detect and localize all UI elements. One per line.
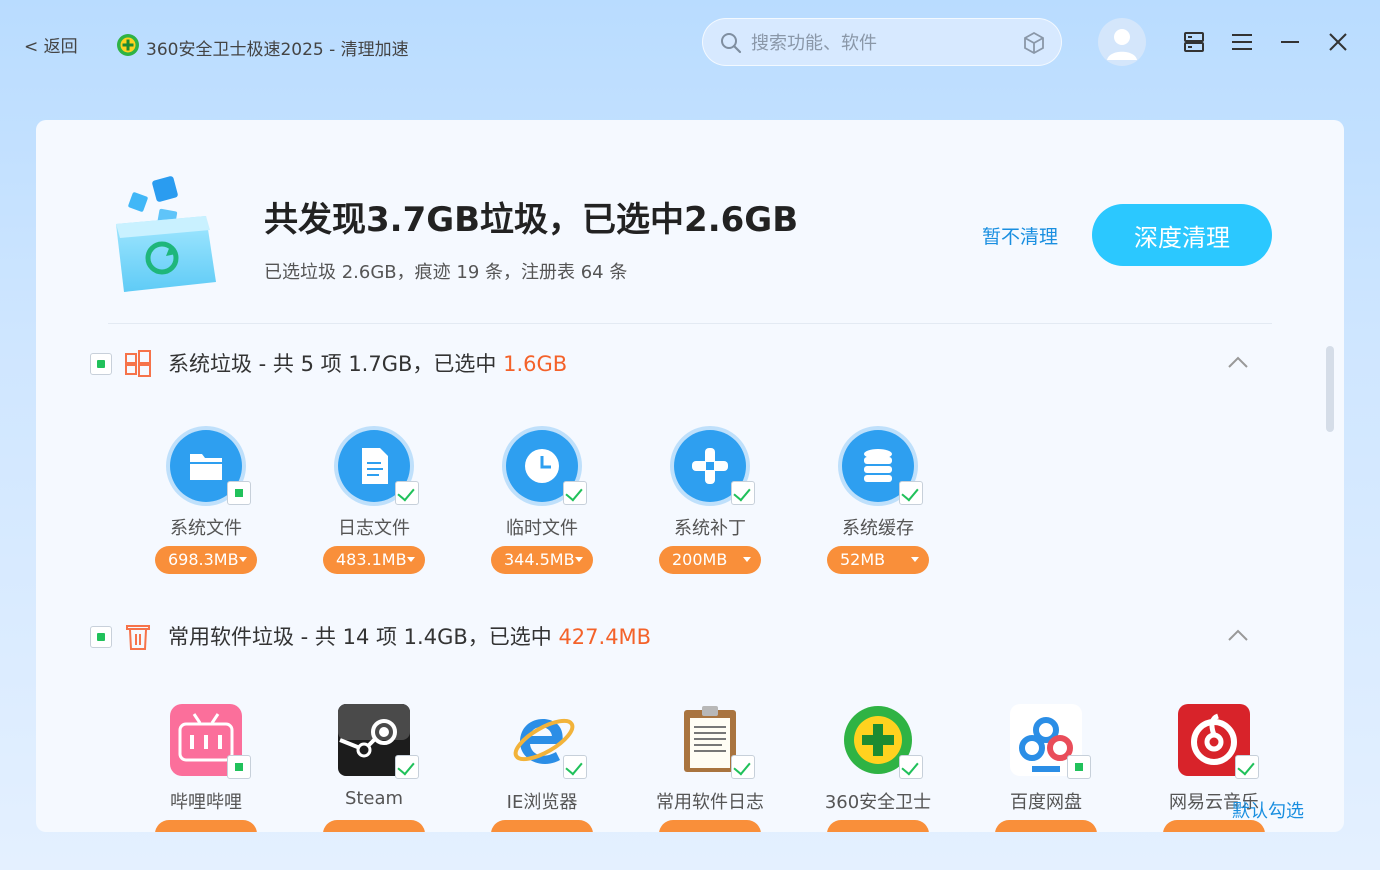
- item-label: 常用软件日志: [656, 792, 764, 813]
- size-dropdown[interactable]: [491, 820, 593, 832]
- junk-item-system-files[interactable]: 系统文件 698.3MB: [154, 430, 258, 580]
- section-software-junk-title: 常用软件垃圾 - 共 14 项 1.4GB，已选中 427.4MB: [168, 625, 652, 649]
- item-label: 系统缓存: [842, 518, 914, 539]
- section-system-junk-selected: 1.6GB: [503, 352, 568, 376]
- item-checkbox[interactable]: [395, 481, 419, 505]
- item-checkbox[interactable]: [227, 755, 251, 779]
- item-checkbox[interactable]: [395, 755, 419, 779]
- scan-summary-subtitle: 已选垃圾 2.6GB，痕迹 19 条，注册表 64 条: [264, 262, 628, 283]
- caret-down-icon: [575, 557, 583, 562]
- size-dropdown[interactable]: [995, 820, 1097, 832]
- item-label: 360安全卫士: [824, 792, 932, 813]
- item-label: 临时文件: [506, 518, 578, 539]
- software-item-360-security[interactable]: 360安全卫士: [825, 704, 931, 832]
- item-label: 系统文件: [170, 518, 242, 539]
- size-dropdown[interactable]: [155, 820, 257, 832]
- item-label: 日志文件: [338, 518, 410, 539]
- caret-down-icon: [743, 557, 751, 562]
- search-input[interactable]: [751, 27, 1011, 59]
- trash-icon: [126, 625, 150, 650]
- size-dropdown[interactable]: 344.5MB: [491, 546, 593, 574]
- size-dropdown[interactable]: [827, 820, 929, 832]
- section-software-junk-checkbox[interactable]: [90, 626, 112, 648]
- app-title: 360安全卫士极速2025 - 清理加速: [146, 40, 409, 60]
- size-dropdown[interactable]: 52MB: [827, 546, 929, 574]
- section-system-junk-title: 系统垃圾 - 共 5 项 1.7GB，已选中 1.6GB: [168, 352, 568, 376]
- section-software-junk-selected: 427.4MB: [558, 625, 652, 649]
- title-bar: < 返回 360安全卫士极速2025 - 清理加速: [0, 0, 1380, 90]
- caret-down-icon: [239, 557, 247, 562]
- caret-down-icon: [911, 557, 919, 562]
- trash-box-illustration-icon: [116, 176, 216, 292]
- item-label: 系统补丁: [674, 518, 746, 539]
- menu-icon[interactable]: [1228, 28, 1256, 56]
- item-label: 百度网盘: [1010, 792, 1082, 813]
- item-checkbox[interactable]: [227, 481, 251, 505]
- software-item-ie[interactable]: IE浏览器: [490, 704, 594, 832]
- close-icon[interactable]: [1324, 28, 1352, 56]
- item-checkbox[interactable]: [1067, 755, 1091, 779]
- size-dropdown[interactable]: 483.1MB: [323, 546, 425, 574]
- size-dropdown[interactable]: [323, 820, 425, 832]
- user-icon: [1107, 29, 1137, 60]
- caret-down-icon: [407, 557, 415, 562]
- windows-icon: [125, 350, 151, 377]
- 360-logo-icon: [117, 34, 139, 56]
- skip-clean-link[interactable]: 暂不清理: [982, 222, 1058, 249]
- scrollbar-thumb[interactable]: [1326, 346, 1334, 432]
- section-software-junk-header: 常用软件垃圾 - 共 14 项 1.4GB，已选中 427.4MB: [90, 615, 1270, 655]
- main-panel: 共发现3.7GB垃圾，已选中2.6GB 已选垃圾 2.6GB，痕迹 19 条，注…: [36, 120, 1344, 832]
- item-checkbox[interactable]: [899, 481, 923, 505]
- item-checkbox[interactable]: [563, 481, 587, 505]
- chevron-up-icon[interactable]: [1226, 352, 1250, 372]
- avatar[interactable]: [1098, 18, 1146, 66]
- junk-item-system-cache[interactable]: 系统缓存 52MB: [826, 430, 930, 580]
- software-item-baidu-netdisk[interactable]: 百度网盘: [994, 704, 1098, 832]
- size-dropdown[interactable]: [659, 820, 761, 832]
- size-dropdown[interactable]: 200MB: [659, 546, 761, 574]
- item-checkbox[interactable]: [563, 755, 587, 779]
- divider: [108, 323, 1272, 324]
- minimize-icon[interactable]: [1276, 28, 1304, 56]
- scan-summary-title: 共发现3.7GB垃圾，已选中2.6GB: [264, 200, 799, 240]
- junk-item-system-patch[interactable]: 系统补丁 200MB: [658, 430, 762, 580]
- default-selection-link[interactable]: 默认勾选: [1232, 797, 1304, 823]
- item-checkbox[interactable]: [731, 481, 755, 505]
- junk-item-temp-files[interactable]: 临时文件 344.5MB: [490, 430, 594, 580]
- software-item-common-logs[interactable]: 常用软件日志: [656, 704, 764, 832]
- cube-icon[interactable]: [1021, 30, 1047, 56]
- item-checkbox[interactable]: [731, 755, 755, 779]
- section-system-junk-checkbox[interactable]: [90, 353, 112, 375]
- item-checkbox[interactable]: [899, 755, 923, 779]
- junk-item-log-files[interactable]: 日志文件 483.1MB: [322, 430, 426, 580]
- section-system-junk-header: 系统垃圾 - 共 5 项 1.7GB，已选中 1.6GB: [90, 342, 1270, 382]
- software-item-bilibili[interactable]: 哔哩哔哩: [154, 704, 258, 832]
- chevron-up-icon[interactable]: [1226, 625, 1250, 645]
- search-box[interactable]: [702, 18, 1062, 66]
- item-checkbox[interactable]: [1235, 755, 1259, 779]
- item-label: 哔哩哔哩: [170, 792, 242, 813]
- item-label: Steam: [344, 788, 404, 809]
- search-icon: [721, 33, 742, 54]
- size-dropdown[interactable]: 698.3MB: [155, 546, 257, 574]
- layout-toggle-icon[interactable]: [1180, 28, 1208, 56]
- deep-clean-button[interactable]: 深度清理: [1092, 204, 1272, 266]
- item-label: IE浏览器: [506, 792, 578, 813]
- back-button[interactable]: < 返回: [24, 32, 78, 57]
- software-item-steam[interactable]: Steam: [322, 704, 426, 832]
